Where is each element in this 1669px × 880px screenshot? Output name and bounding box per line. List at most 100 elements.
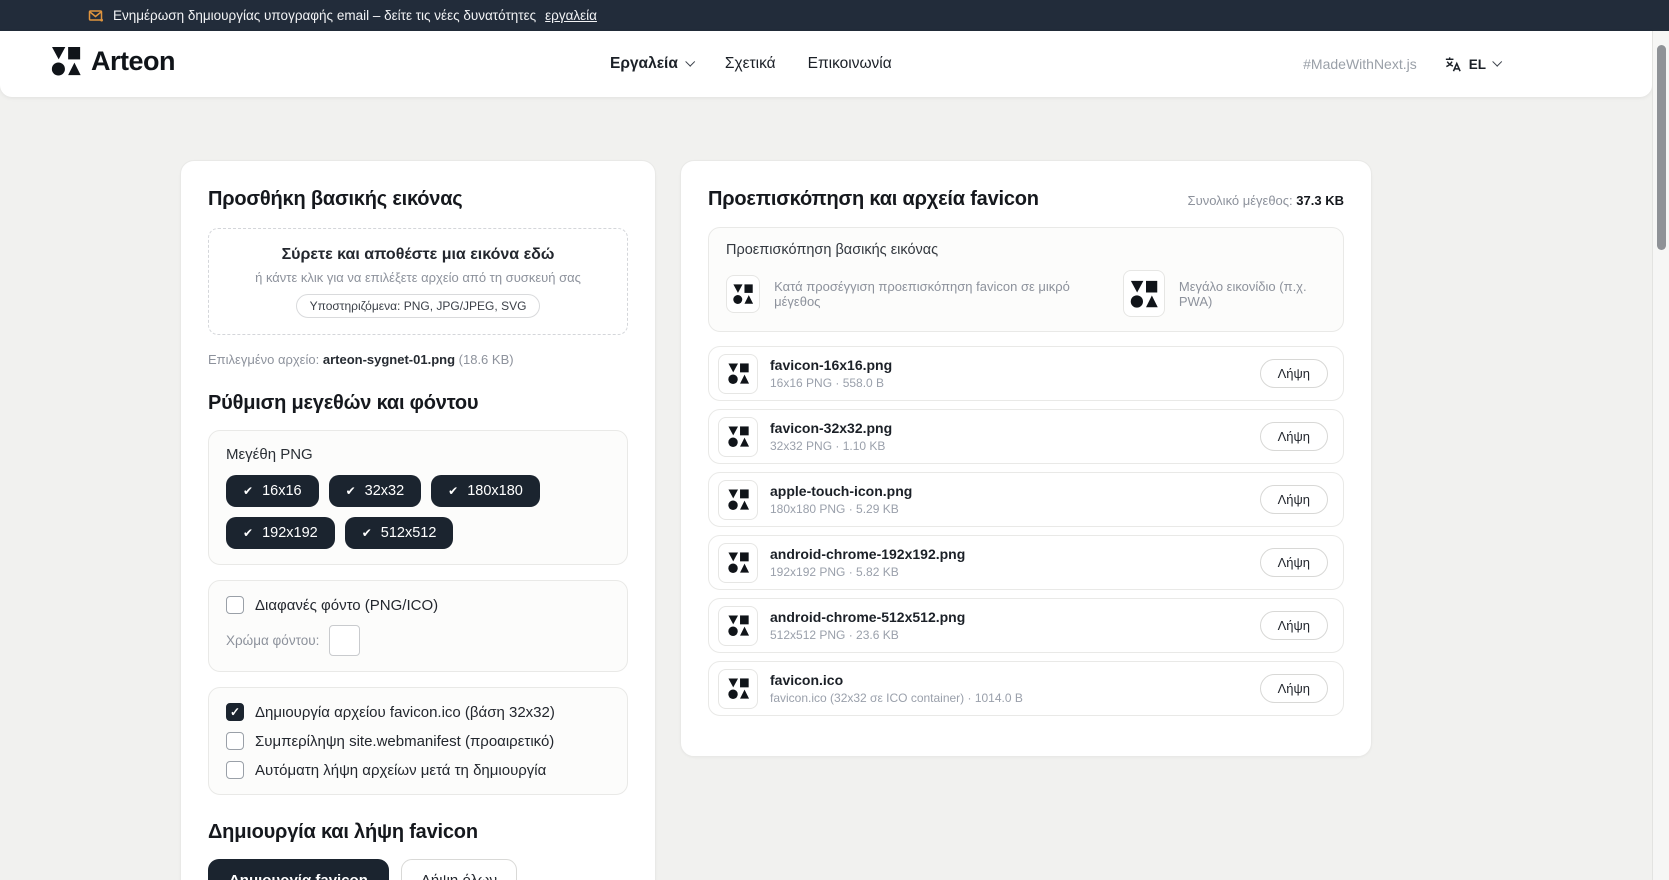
- png-sizes-label: Μεγέθη PNG: [226, 446, 610, 463]
- small-favicon-preview: [726, 275, 760, 313]
- image-dropzone[interactable]: Σύρετε και αποθέστε μια εικόνα εδώ ή κάν…: [208, 228, 628, 335]
- file-name: favicon.ico: [770, 671, 1023, 690]
- arteon-logo-icon: [50, 45, 82, 77]
- checkbox-unchecked-icon[interactable]: [226, 596, 244, 614]
- bg-color-row: Χρώμα φόντου:: [226, 625, 610, 656]
- total-size: Συνολικό μέγεθος: 37.3 KB: [1188, 193, 1344, 208]
- selected-file-line: Επιλεγμένο αρχείο: arteon-sygnet-01.png …: [208, 352, 628, 367]
- generated-files-list: favicon-16x16.png 16x16 PNG · 558.0 B Λή…: [708, 346, 1344, 716]
- scrollbar-thumb[interactable]: [1657, 45, 1666, 250]
- nav-item-about[interactable]: Σχετικά: [725, 55, 776, 73]
- arteon-favicon-icon: [727, 488, 750, 511]
- base-image-preview-box: Προεπισκόπηση βασικής εικόνας Κατά προσέ…: [708, 227, 1344, 332]
- preview-box-row: Κατά προσέγγιση προεπισκόπηση favicon σε…: [726, 270, 1326, 317]
- announcement-text: Ενημέρωση δημιουργίας υπογραφής email – …: [113, 8, 536, 23]
- small-preview-caption: Κατά προσέγγιση προεπισκόπηση favicon σε…: [774, 279, 1083, 309]
- option-favicon-ico-row[interactable]: ✓ Δημιουργία αρχείου favicon.ico (βάση 3…: [226, 703, 610, 721]
- main-nav: Εργαλεία Σχετικά Επικοινωνία: [610, 31, 892, 97]
- upload-settings-panel: Προσθήκη βασικής εικόνας Σύρετε και αποθ…: [180, 160, 656, 880]
- page-scrollbar[interactable]: [1652, 31, 1669, 880]
- supported-formats-badge: Υποστηριζόμενα: PNG, JPG/JPEG, SVG: [296, 294, 541, 318]
- size-chip-512x512[interactable]: ✔512x512: [345, 517, 454, 549]
- file-info: android-chrome-192x192.png 192x192 PNG ·…: [770, 545, 965, 580]
- preview-files-panel: Προεπισκόπηση και αρχεία favicon Συνολικ…: [680, 160, 1372, 757]
- chevron-down-icon: [1492, 56, 1502, 66]
- preview-title: Προεπισκόπηση και αρχεία favicon: [708, 188, 1039, 211]
- file-meta: 180x180 PNG · 5.29 KB: [770, 501, 912, 517]
- download-all-button[interactable]: Λήψη όλων: [401, 859, 517, 880]
- file-info: favicon-16x16.png 16x16 PNG · 558.0 B: [770, 356, 892, 391]
- arteon-favicon-icon: [727, 677, 750, 700]
- checkbox-unchecked-icon[interactable]: [226, 732, 244, 750]
- arteon-favicon-icon: [1129, 279, 1159, 309]
- file-thumbnail: [718, 480, 758, 520]
- generate-favicon-button[interactable]: Δημιουργία favicon: [208, 859, 389, 880]
- size-chip-32x32[interactable]: ✔32x32: [329, 475, 422, 507]
- selected-file-name: arteon-sygnet-01.png: [323, 352, 455, 367]
- file-meta: 16x16 PNG · 558.0 B: [770, 375, 892, 391]
- file-thumbnail: [718, 606, 758, 646]
- check-icon: ✔: [346, 484, 356, 498]
- checkbox-checked-icon[interactable]: ✓: [226, 703, 244, 721]
- brand-logo[interactable]: Arteon: [50, 45, 175, 77]
- download-button[interactable]: Λήψη: [1260, 548, 1328, 577]
- file-row-favicon-ico: favicon.ico favicon.ico (32x32 σε ICO co…: [708, 661, 1344, 716]
- arteon-favicon-icon: [727, 425, 750, 448]
- dropzone-line1: Σύρετε και αποθέστε μια εικόνα εδώ: [282, 246, 555, 264]
- file-info: favicon-32x32.png 32x32 PNG · 1.10 KB: [770, 419, 892, 454]
- generate-title: Δημιουργία και λήψη favicon: [208, 821, 628, 844]
- file-info: android-chrome-512x512.png 512x512 PNG ·…: [770, 608, 965, 643]
- arteon-favicon-icon: [732, 283, 754, 305]
- bg-color-swatch[interactable]: [329, 625, 360, 656]
- size-chip-192x192[interactable]: ✔192x192: [226, 517, 335, 549]
- nav-item-tools[interactable]: Εργαλεία: [610, 55, 693, 73]
- file-thumbnail: [718, 417, 758, 457]
- file-thumbnail: [718, 543, 758, 583]
- file-name: android-chrome-512x512.png: [770, 608, 965, 627]
- selected-file-size: (18.6 KB): [459, 352, 514, 367]
- file-row-favicon-16: favicon-16x16.png 16x16 PNG · 558.0 B Λή…: [708, 346, 1344, 401]
- download-button[interactable]: Λήψη: [1260, 674, 1328, 703]
- output-options-box: ✓ Δημιουργία αρχείου favicon.ico (βάση 3…: [208, 687, 628, 795]
- preview-box-title: Προεπισκόπηση βασικής εικόνας: [726, 242, 1326, 258]
- file-row-favicon-32: favicon-32x32.png 32x32 PNG · 1.10 KB Λή…: [708, 409, 1344, 464]
- total-size-value: 37.3 KB: [1296, 193, 1344, 208]
- option-webmanifest-row[interactable]: Συμπερίληψη site.webmanifest (προαιρετικ…: [226, 732, 610, 750]
- file-thumbnail: [718, 354, 758, 394]
- favicon-generator-page: Ενημέρωση δημιουργίας υπογραφής email – …: [0, 0, 1669, 880]
- download-button[interactable]: Λήψη: [1260, 611, 1328, 640]
- settings-title: Ρύθμιση μεγεθών και φόντου: [208, 392, 628, 415]
- file-name: favicon-32x32.png: [770, 419, 892, 438]
- background-box: Διαφανές φόντο (PNG/ICO) Χρώμα φόντου:: [208, 580, 628, 672]
- arteon-favicon-icon: [727, 362, 750, 385]
- transparent-bg-checkbox-row[interactable]: Διαφανές φόντο (PNG/ICO): [226, 596, 610, 614]
- file-name: android-chrome-192x192.png: [770, 545, 965, 564]
- made-with-badge: #MadeWithNext.js: [1303, 56, 1417, 72]
- png-sizes-box: Μεγέθη PNG ✔16x16 ✔32x32 ✔180x180 ✔192x1…: [208, 430, 628, 565]
- language-selector[interactable]: EL: [1443, 55, 1500, 74]
- announcement-banner: Ενημέρωση δημιουργίας υπογραφής email – …: [0, 0, 1669, 31]
- file-info: favicon.ico favicon.ico (32x32 σε ICO co…: [770, 671, 1023, 706]
- preview-panel-header: Προεπισκόπηση και αρχεία favicon Συνολικ…: [708, 188, 1344, 211]
- nav-item-contact[interactable]: Επικοινωνία: [808, 55, 892, 73]
- chevron-down-icon: [685, 56, 695, 66]
- download-button[interactable]: Λήψη: [1260, 485, 1328, 514]
- option-autodownload-row[interactable]: Αυτόματη λήψη αρχείων μετά τη δημιουργία: [226, 761, 610, 779]
- announcement-link[interactable]: εργαλεία: [545, 8, 597, 23]
- arteon-favicon-icon: [727, 614, 750, 637]
- dropzone-line2: ή κάντε κλικ για να επιλέξετε αρχείο από…: [255, 270, 581, 285]
- check-icon: ✔: [362, 526, 372, 540]
- size-chip-180x180[interactable]: ✔180x180: [431, 475, 540, 507]
- size-chip-16x16[interactable]: ✔16x16: [226, 475, 319, 507]
- file-row-android-192: android-chrome-192x192.png 192x192 PNG ·…: [708, 535, 1344, 590]
- arteon-favicon-icon: [727, 551, 750, 574]
- checkbox-unchecked-icon[interactable]: [226, 761, 244, 779]
- file-name: favicon-16x16.png: [770, 356, 892, 375]
- download-button[interactable]: Λήψη: [1260, 359, 1328, 388]
- large-favicon-preview: [1123, 270, 1165, 317]
- site-header: Arteon Εργαλεία Σχετικά Επικοινωνία #Mad…: [0, 31, 1652, 97]
- file-row-android-512: android-chrome-512x512.png 512x512 PNG ·…: [708, 598, 1344, 653]
- file-name: apple-touch-icon.png: [770, 482, 912, 501]
- email-signature-icon: [88, 8, 104, 24]
- download-button[interactable]: Λήψη: [1260, 422, 1328, 451]
